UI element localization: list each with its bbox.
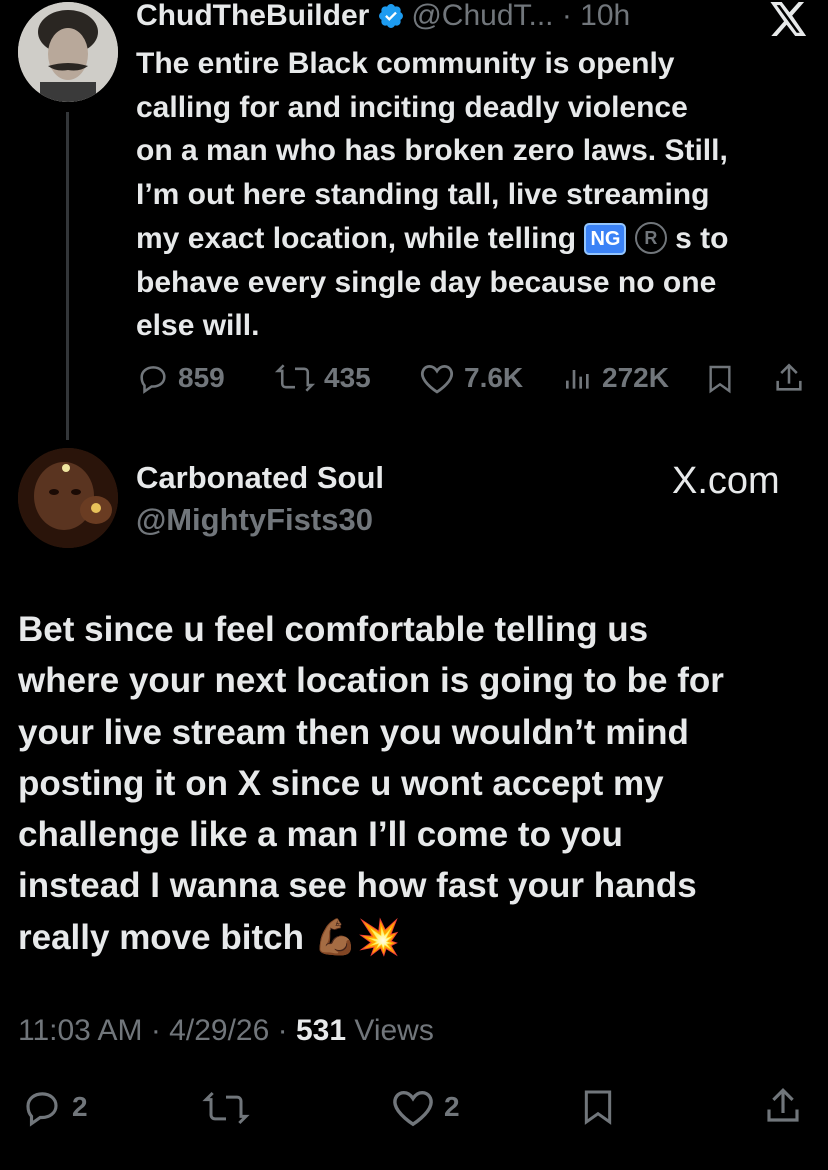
share-icon <box>767 1088 799 1122</box>
handle-and-time: @ChudT... · 10h <box>411 0 631 32</box>
views-count: 531 <box>295 1014 347 1047</box>
tweet-header: ChudTheBuilder @ChudT... · 10h <box>136 0 630 34</box>
heart-icon <box>420 365 454 394</box>
repost-icon <box>274 364 316 392</box>
verified-badge-icon <box>377 2 405 30</box>
share-button[interactable] <box>772 360 806 401</box>
reply-body: Bet since u feel comfortable telling us … <box>18 604 818 963</box>
timestamp[interactable]: 11:03 AM · 4/29/26 · <box>18 1014 296 1047</box>
ng-emoji: NG <box>584 222 627 255</box>
reply-icon <box>26 1092 58 1127</box>
repost-button[interactable]: 435 <box>274 360 371 396</box>
reply-count: 859 <box>178 362 225 393</box>
emoji-suffix: 💪🏾💥 <box>313 917 401 957</box>
repost-count: 435 <box>324 362 371 393</box>
reply-timestamp-row: 11:03 AM · 4/29/26 · 531 Views <box>18 1014 434 1048</box>
tweet-body: The entire Black community is openly cal… <box>136 42 816 348</box>
bookmark-icon <box>709 365 731 394</box>
tweet-line-with-emoji: my exact location, while telling NG R s … <box>136 221 729 255</box>
reply-author-name[interactable]: Carbonated Soul <box>136 460 384 496</box>
tweet-line: behave every single day because no one <box>136 265 717 299</box>
tweet-line: on a man who has broken zero laws. Still… <box>136 134 728 168</box>
reply-handle[interactable]: @MightyFists30 <box>136 502 373 538</box>
tweet-line: calling for and inciting deadly violence <box>136 90 688 124</box>
bookmark-icon <box>584 1090 612 1125</box>
reply-line: posting it on X since u wont accept my <box>18 763 664 803</box>
thread-line <box>66 112 69 440</box>
reply-bookmark-button[interactable] <box>578 1086 618 1133</box>
reply-line: your live stream then you wouldn’t mind <box>18 712 689 752</box>
tweet-line: I’m out here standing tall, live streami… <box>136 178 710 212</box>
tweet-line: else will. <box>136 309 260 343</box>
views-label: Views <box>346 1014 434 1047</box>
avatar-carbonated-soul[interactable] <box>18 448 118 548</box>
reply-line: instead I wanna see how fast your hands <box>18 866 697 906</box>
avatar-image <box>18 2 118 102</box>
reply-like-button[interactable]: 2 <box>390 1086 460 1128</box>
reply-reply-button[interactable]: 2 <box>20 1086 88 1128</box>
reply-button[interactable]: 859 <box>136 360 225 396</box>
repost-icon <box>202 1091 250 1125</box>
reply-line: where your next location is going to be … <box>18 661 724 701</box>
heart-icon <box>393 1090 433 1127</box>
x-logo-icon[interactable] <box>770 2 808 41</box>
reply-icon <box>140 366 166 394</box>
avatar-chudthebuilder[interactable] <box>18 2 118 102</box>
reply-repost-button[interactable] <box>200 1088 252 1133</box>
like-count: 2 <box>444 1091 460 1122</box>
reply-count: 2 <box>72 1091 88 1122</box>
author-name[interactable]: ChudTheBuilder <box>136 0 369 33</box>
tweet-line: The entire Black community is openly <box>136 47 675 80</box>
share-icon <box>776 363 802 391</box>
views-button[interactable]: 272K <box>562 360 669 396</box>
registered-emoji: R <box>634 221 667 254</box>
views-count: 272K <box>602 362 669 393</box>
reply-share-button[interactable] <box>762 1084 804 1133</box>
reply-line: Bet since u feel comfortable telling us <box>18 610 649 649</box>
like-count: 7.6K <box>464 362 524 393</box>
views-icon <box>566 370 589 389</box>
x-com-watermark: X.com <box>672 460 780 502</box>
reply-line-with-emoji: really move bitch 💪🏾💥 <box>18 917 401 957</box>
avatar-image <box>18 448 118 548</box>
reply-line: challenge like a man I’ll come to you <box>18 815 623 855</box>
like-button[interactable]: 7.6K <box>418 360 523 396</box>
bookmark-button[interactable] <box>704 362 736 401</box>
